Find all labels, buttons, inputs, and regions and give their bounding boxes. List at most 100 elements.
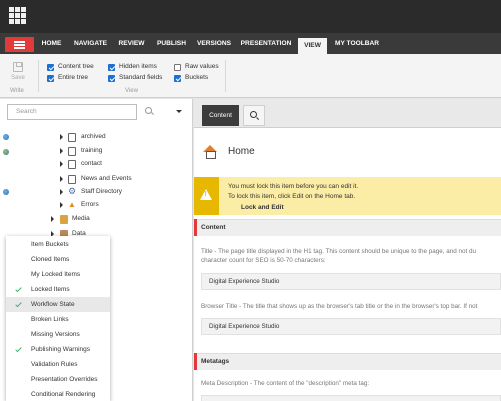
checkbox-checked-icon [108,74,115,82]
lock-and-edit-link[interactable]: Lock and Edit [241,204,284,211]
view-group-label: View [125,88,138,94]
menu-item-conditional-rendering[interactable]: Conditional Rendering [6,387,110,401]
search-icon[interactable] [145,107,152,114]
checkmark-icon [15,300,22,308]
tab-publish[interactable]: PUBLISH [154,33,189,54]
menu-item-locked-items[interactable]: Locked Items [6,282,110,297]
media-icon [60,215,68,224]
checkbox-buckets[interactable]: Buckets [174,73,208,83]
tree-item-label: Media [72,215,90,222]
checkbox-label: Buckets [185,74,209,81]
save-button[interactable]: Save [8,62,28,81]
section-accent [194,353,197,370]
menu-item-label: My Locked Items [31,271,81,278]
section-header-metatags[interactable] [194,353,501,370]
tree-item-label: Staff Directory [81,188,123,195]
globe-icon [3,189,9,195]
checkbox-label: Hidden items [119,63,157,70]
document-icon [68,146,76,156]
checkbox-hidden-items[interactable]: Hidden items [108,62,157,72]
editor-search-button[interactable] [243,105,265,126]
tab-home[interactable]: HOME [38,33,65,54]
menu-item-label: Presentation Overrides [31,376,98,383]
write-group-label: Write [10,88,24,94]
save-icon [13,62,23,72]
checkbox-raw-values[interactable]: Raw values [174,62,219,72]
chevron-down-icon[interactable] [176,110,182,113]
search-icon [250,111,257,118]
expand-arrow-icon[interactable] [51,216,54,222]
menu-item-label: Broken Links [31,316,69,323]
expand-arrow-icon[interactable] [60,189,63,195]
section-title: Content [201,224,226,231]
warning-icon: ▲ [68,200,76,209]
ribbon-divider [38,60,39,92]
warning-instruction: To lock this item, click Edit on the Hom… [228,193,356,200]
title-field[interactable]: Digital Experience Studio [201,273,501,290]
tab-versions[interactable]: VERSIONS [195,33,233,54]
tree-item-label: contact [81,160,102,167]
menu-item-publishing-warnings[interactable]: Publishing Warnings [6,342,110,357]
menu-item-missing-versions[interactable]: Missing Versions [6,327,110,342]
menu-item-label: Validation Rules [31,361,78,368]
tab-navigate[interactable]: NAVIGATE [71,33,110,54]
tab-view[interactable]: VIEW [298,38,327,54]
checkbox-content-tree[interactable]: Content tree [47,62,94,72]
menu-item-label: Conditional Rendering [31,391,96,398]
tree-item-label: News and Events [81,175,132,182]
globe-icon [3,149,9,155]
menu-item-item-buckets[interactable]: Item Buckets [6,237,110,252]
tree-search-input[interactable]: Search [7,104,137,120]
gutter-context-menu: Item Buckets Cloned Items My Locked Item… [6,236,110,401]
expand-arrow-icon[interactable] [60,176,63,182]
expand-arrow-icon[interactable] [60,148,63,154]
checkbox-checked-icon [47,74,54,82]
menu-item-presentation-overrides[interactable]: Presentation Overrides [6,372,110,387]
tab-presentation[interactable]: PRESENTATION [239,33,293,54]
menu-item-broken-links[interactable]: Broken Links [6,312,110,327]
tab-review[interactable]: REVIEW [116,33,147,54]
checkbox-checked-icon [174,74,181,82]
menu-item-label: Item Buckets [31,241,69,248]
menu-item-cloned-items[interactable]: Cloned Items [6,252,110,267]
menu-item-label: Workflow State [31,301,75,308]
warning-message: You must lock this item before you can e… [228,183,359,190]
ribbon-divider [225,60,226,92]
checkbox-standard-fields[interactable]: Standard fields [108,73,162,83]
checkbox-unchecked-icon [174,63,181,71]
globe-icon [3,134,9,140]
menu-item-workflow-state[interactable]: Workflow State [6,297,110,312]
browser-title-field[interactable]: Digital Experience Studio [201,318,501,335]
document-icon [68,132,76,142]
checkmark-icon [15,285,22,293]
checkbox-entire-tree[interactable]: Entire tree [47,73,88,83]
field-label-title: Title - The page title displayed in the … [201,248,477,255]
save-label: Save [11,75,25,81]
tree-item-label: archived [81,133,106,140]
menu-item-validation-rules[interactable]: Validation Rules [6,357,110,372]
checkmark-icon [15,345,22,353]
menu-hamburger-icon[interactable] [5,37,34,52]
section-accent [194,219,197,236]
field-label-browser-title: Browser Title - The title that shows up … [201,303,478,310]
section-title: Metatags [201,358,230,365]
meta-description-field[interactable] [201,395,501,401]
section-header-content[interactable] [194,219,501,236]
tree-item-label: training [81,147,103,154]
field-label-title-cont: character count for SEO is 50-70 charact… [201,257,326,264]
checkbox-checked-icon [108,63,115,71]
expand-arrow-icon[interactable] [60,161,63,167]
document-icon [68,159,76,169]
expand-arrow-icon[interactable] [60,134,63,140]
menu-item-label: Publishing Warnings [31,346,91,353]
tab-content[interactable]: Content [202,105,239,126]
checkbox-label: Content tree [58,63,94,70]
tree-item-label: Errors [81,201,99,208]
tab-my-toolbar[interactable]: MY TOOLBAR [332,33,382,54]
app-launcher-icon[interactable] [9,7,26,24]
menu-item-my-locked-items[interactable]: My Locked Items [6,267,110,282]
checkbox-label: Raw values [185,63,219,70]
expand-arrow-icon[interactable] [60,202,63,208]
menu-item-label: Locked Items [31,286,70,293]
menu-item-label: Missing Versions [31,331,80,338]
